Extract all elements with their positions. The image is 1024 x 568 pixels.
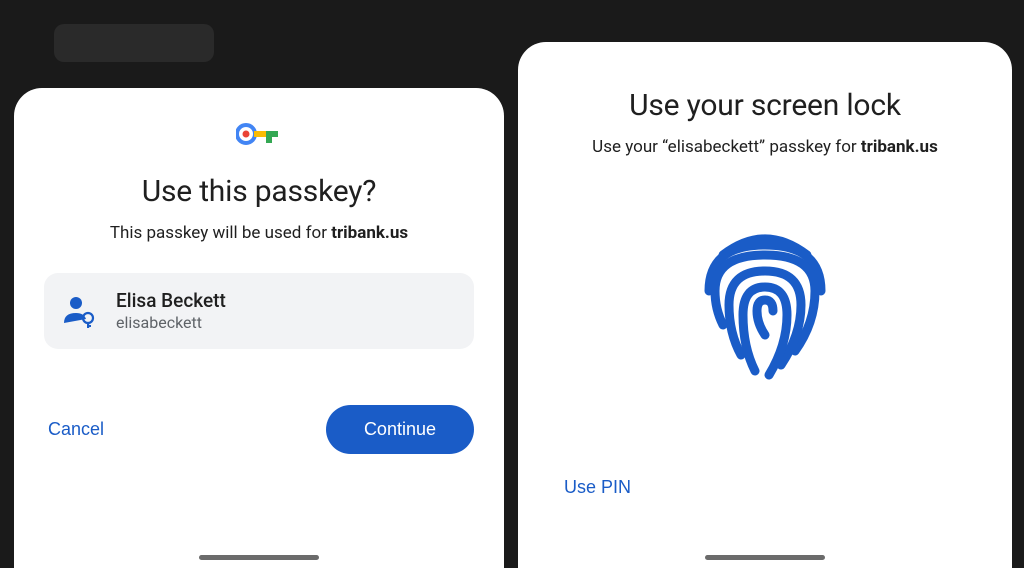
screenlock-sheet: Use your screen lock Use your “elisabeck… — [518, 42, 1012, 568]
screenlock-subtitle-text: Use your “elisabeckett” passkey for — [592, 137, 861, 157]
button-row: Cancel Continue — [44, 405, 474, 454]
user-passkey-icon — [62, 293, 98, 329]
use-pin-row: Use PIN — [548, 469, 982, 506]
passkey-subtitle-domain: tribank.us — [331, 223, 408, 243]
screenlock-subtitle: Use your “elisabeckett” passkey for trib… — [592, 137, 938, 157]
nav-pill — [199, 555, 319, 560]
account-name: Elisa Beckett — [116, 289, 226, 313]
passkey-subtitle: This passkey will be used for tribank.us — [110, 223, 408, 243]
passkey-select-sheet: Use this passkey? This passkey will be u… — [14, 88, 504, 568]
account-username: elisabeckett — [116, 313, 226, 333]
cancel-button[interactable]: Cancel — [44, 411, 108, 448]
account-card[interactable]: Elisa Beckett elisabeckett — [44, 273, 474, 349]
passkey-title: Use this passkey? — [142, 174, 377, 209]
use-pin-button[interactable]: Use PIN — [560, 469, 635, 506]
passkey-key-icon — [236, 122, 282, 150]
nav-pill — [705, 555, 825, 560]
passkey-subtitle-text: This passkey will be used for — [110, 223, 331, 243]
screenlock-subtitle-domain: tribank.us — [861, 137, 938, 157]
continue-button[interactable]: Continue — [326, 405, 474, 454]
screenlock-title: Use your screen lock — [629, 88, 901, 123]
fingerprint-icon[interactable] — [685, 215, 845, 389]
background-shadow — [54, 24, 214, 62]
account-text: Elisa Beckett elisabeckett — [116, 289, 226, 333]
